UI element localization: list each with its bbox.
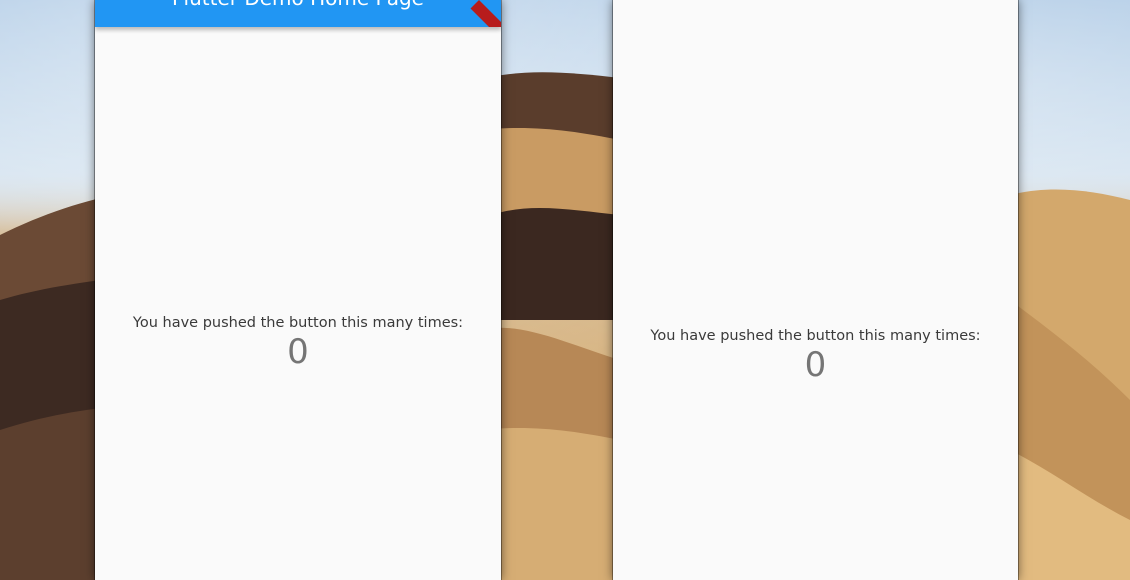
counter-label: You have pushed the button this many tim… xyxy=(132,315,464,331)
counter-block: You have pushed the button this many tim… xyxy=(95,314,501,372)
desktop-wallpaper: Flutter Demo Home Page You have pushed t… xyxy=(0,0,1130,580)
app-bar: Flutter Demo Home Page xyxy=(95,0,501,27)
app-bar-title: Flutter Demo Home Page xyxy=(95,0,501,10)
counter-value: 0 xyxy=(287,332,309,372)
app-window-right[interactable]: You have pushed the button this many tim… xyxy=(613,0,1018,580)
counter-label: You have pushed the button this many tim… xyxy=(650,328,981,344)
app-window-left[interactable]: Flutter Demo Home Page You have pushed t… xyxy=(95,0,501,580)
counter-value: 0 xyxy=(804,345,827,385)
counter-block: You have pushed the button this many tim… xyxy=(613,327,1018,385)
